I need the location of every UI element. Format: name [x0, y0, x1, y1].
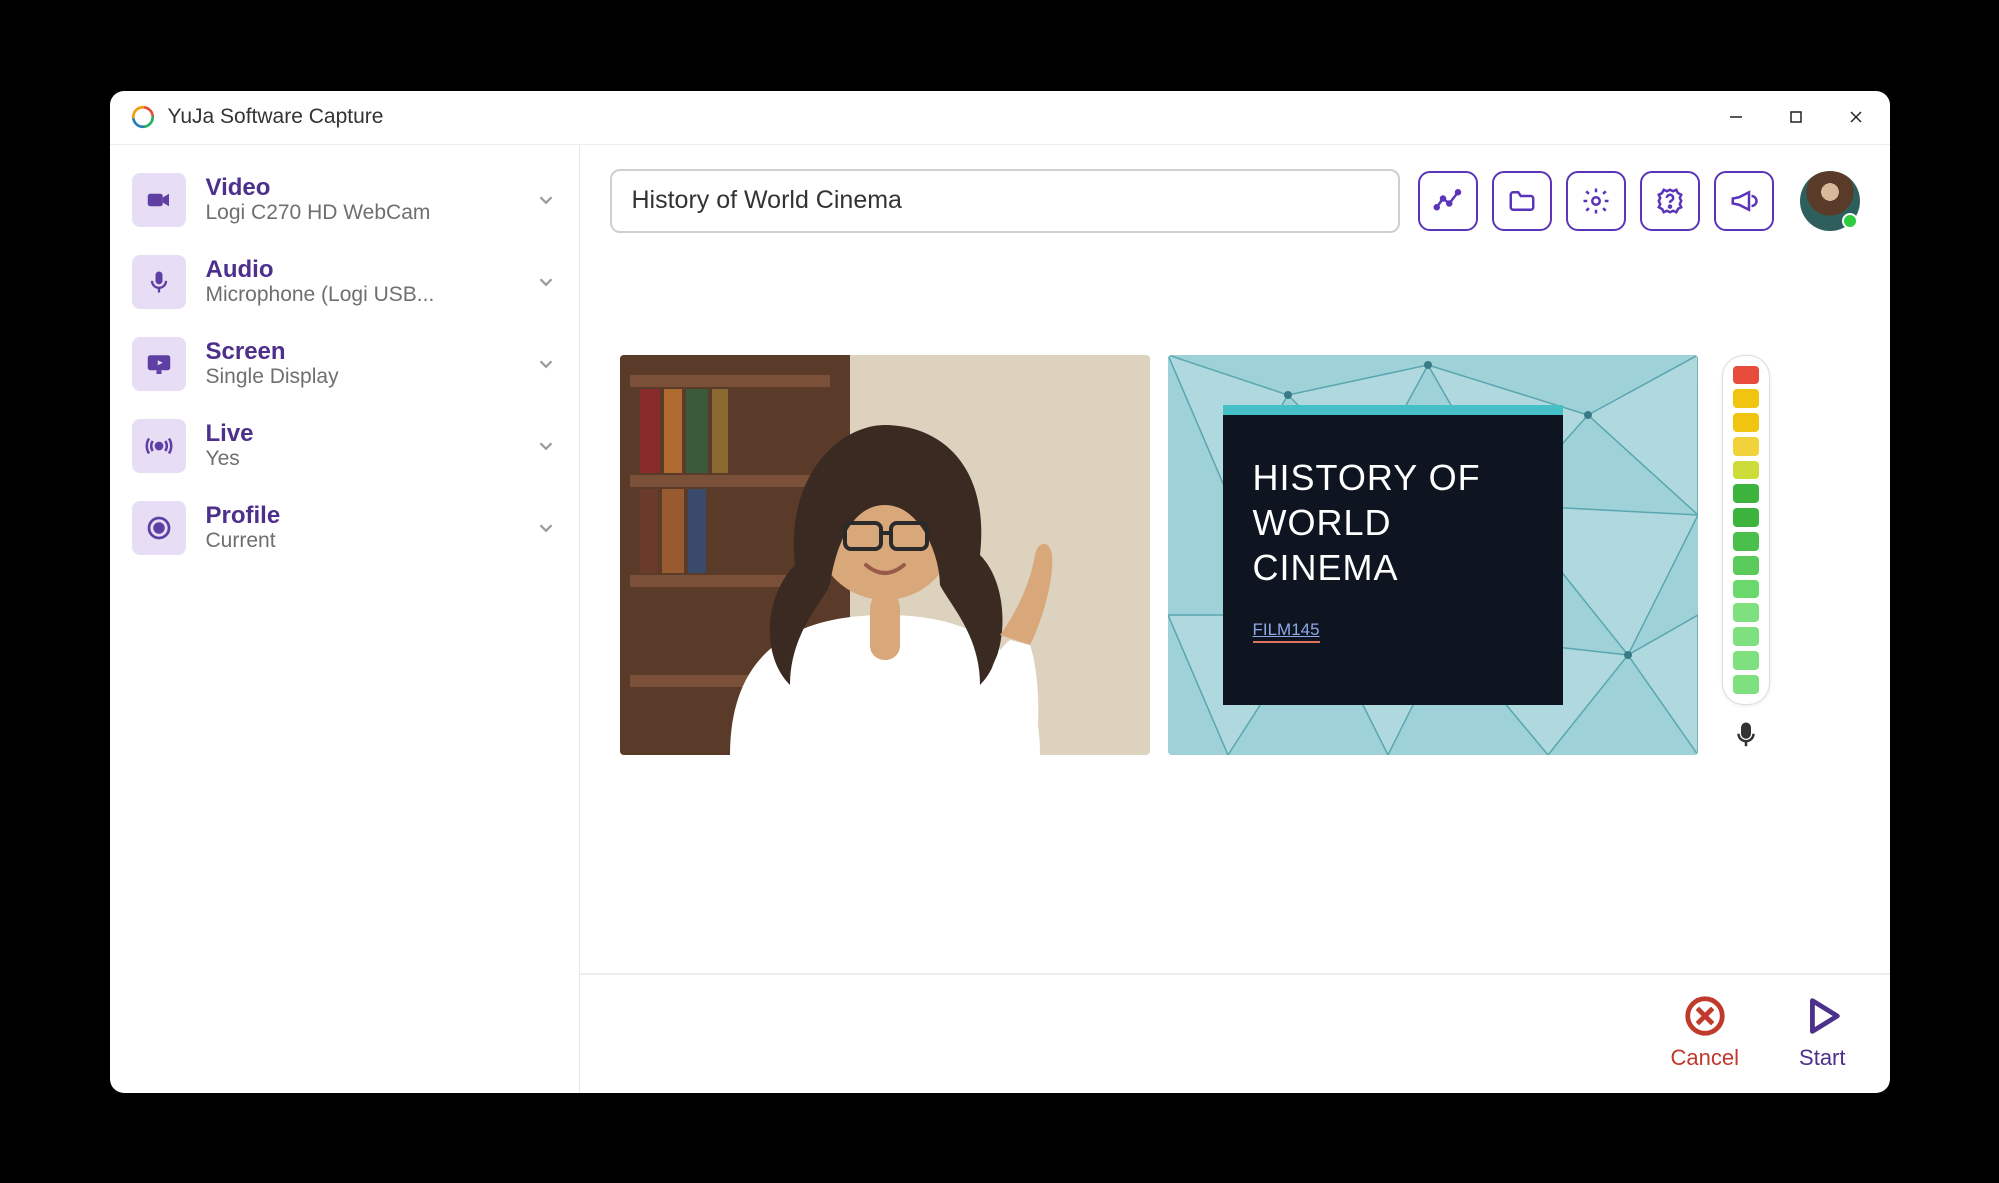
slide-title-line: WORLD	[1253, 502, 1392, 543]
sidebar: Video Logi C270 HD WebCam Audio Micropho…	[110, 145, 580, 1093]
slide-card: HISTORY OF WORLD CINEMA FILM145	[1223, 405, 1563, 705]
sidebar-item-sub: Single Display	[206, 365, 486, 389]
app-window: YuJa Software Capture Video Logi C270 H	[110, 91, 1890, 1093]
window-controls	[1706, 91, 1886, 145]
sidebar-item-screen[interactable]: Screen Single Display	[118, 323, 571, 405]
slide-title-line: HISTORY OF	[1253, 457, 1481, 498]
meter-segment	[1733, 532, 1759, 551]
sidebar-item-title: Video	[206, 174, 535, 202]
meter-segment	[1733, 461, 1759, 480]
play-icon	[1799, 993, 1845, 1039]
meter-segment	[1733, 437, 1759, 456]
minimize-button[interactable]	[1706, 91, 1766, 145]
chevron-down-icon	[535, 189, 557, 211]
user-avatar[interactable]	[1800, 171, 1860, 231]
meter-segment	[1733, 366, 1759, 385]
profile-record-icon	[132, 501, 186, 555]
slide-title-line: CINEMA	[1253, 547, 1399, 588]
start-button[interactable]: Start	[1799, 993, 1845, 1071]
screen-share-preview[interactable]: HISTORY OF WORLD CINEMA FILM145	[1168, 355, 1698, 755]
sidebar-item-title: Profile	[206, 502, 535, 530]
microphone-icon	[1726, 715, 1766, 755]
minimize-icon	[1728, 109, 1744, 125]
webcam-preview[interactable]	[620, 355, 1150, 755]
sidebar-item-title: Screen	[206, 338, 535, 366]
chevron-down-icon	[535, 271, 557, 293]
video-camera-icon	[132, 173, 186, 227]
megaphone-icon	[1729, 186, 1759, 216]
window-title: YuJa Software Capture	[168, 105, 384, 129]
audio-meter-panel	[1716, 355, 1776, 755]
sidebar-item-title: Audio	[206, 256, 535, 284]
analytics-button[interactable]	[1418, 171, 1478, 231]
broadcast-icon	[132, 419, 186, 473]
chevron-down-icon	[535, 353, 557, 375]
sidebar-item-sub: Microphone (Logi USB...	[206, 283, 486, 307]
sidebar-item-sub: Yes	[206, 447, 486, 471]
slide-course-code: FILM145	[1253, 620, 1320, 643]
sidebar-item-title: Live	[206, 420, 535, 448]
meter-segment	[1733, 603, 1759, 622]
maximize-icon	[1789, 110, 1803, 124]
meter-segment	[1733, 484, 1759, 503]
audio-level-meter	[1722, 355, 1770, 705]
microphone-icon	[132, 255, 186, 309]
meter-segment	[1733, 651, 1759, 670]
toolbar-buttons	[1418, 171, 1774, 231]
meter-segment	[1733, 389, 1759, 408]
toolbar	[580, 145, 1890, 255]
monitor-icon	[132, 337, 186, 391]
help-icon	[1655, 186, 1685, 216]
sidebar-item-live[interactable]: Live Yes	[118, 405, 571, 487]
meter-segment	[1733, 627, 1759, 646]
titlebar: YuJa Software Capture	[110, 91, 1890, 145]
gear-icon	[1581, 186, 1611, 216]
meter-segment	[1733, 580, 1759, 599]
sidebar-item-video[interactable]: Video Logi C270 HD WebCam	[118, 159, 571, 241]
sidebar-item-audio[interactable]: Audio Microphone (Logi USB...	[118, 241, 571, 323]
cancel-icon	[1682, 993, 1728, 1039]
analytics-icon	[1433, 186, 1463, 216]
chevron-down-icon	[535, 435, 557, 457]
sidebar-item-sub: Current	[206, 529, 486, 553]
recording-title-input[interactable]	[610, 169, 1400, 233]
meter-segment	[1733, 508, 1759, 527]
close-button[interactable]	[1826, 91, 1886, 145]
announce-button[interactable]	[1714, 171, 1774, 231]
preview-area: HISTORY OF WORLD CINEMA FILM145	[580, 255, 1890, 973]
settings-button[interactable]	[1566, 171, 1626, 231]
sidebar-item-profile[interactable]: Profile Current	[118, 487, 571, 569]
meter-segment	[1733, 675, 1759, 694]
maximize-button[interactable]	[1766, 91, 1826, 145]
start-label: Start	[1799, 1045, 1845, 1071]
folder-button[interactable]	[1492, 171, 1552, 231]
folder-icon	[1507, 186, 1537, 216]
app-logo-icon	[130, 104, 156, 130]
cancel-label: Cancel	[1671, 1045, 1739, 1071]
meter-segment	[1733, 556, 1759, 575]
main-panel: HISTORY OF WORLD CINEMA FILM145	[580, 145, 1890, 1093]
status-online-indicator	[1842, 213, 1858, 229]
cancel-button[interactable]: Cancel	[1671, 993, 1739, 1071]
chevron-down-icon	[535, 517, 557, 539]
meter-segment	[1733, 413, 1759, 432]
help-button[interactable]	[1640, 171, 1700, 231]
sidebar-item-sub: Logi C270 HD WebCam	[206, 201, 486, 225]
slide-title: HISTORY OF WORLD CINEMA	[1253, 455, 1533, 590]
close-icon	[1848, 109, 1864, 125]
footer: Cancel Start	[580, 973, 1890, 1093]
webcam-image	[620, 355, 1150, 755]
